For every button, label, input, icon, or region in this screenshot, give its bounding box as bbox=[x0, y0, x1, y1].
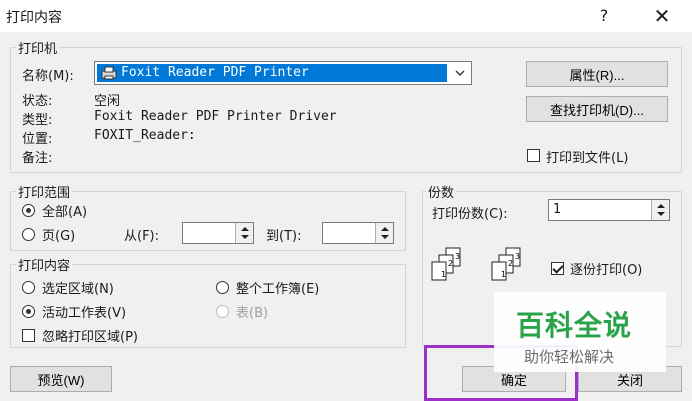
ignore-print-area-checkbox[interactable] bbox=[22, 329, 35, 342]
status-value: 空闲 bbox=[94, 94, 121, 109]
range-pages-label[interactable]: 页(G) bbox=[42, 225, 75, 244]
comment-label: 备注: bbox=[22, 151, 53, 166]
selection-label[interactable]: 选定区域(N) bbox=[42, 278, 114, 297]
printer-select-value: Foxit Reader PDF Printer bbox=[97, 64, 447, 82]
spinner-up-down-icon[interactable] bbox=[376, 223, 394, 243]
status-label: 状态: bbox=[22, 94, 53, 109]
printer-name-label: 名称(M): bbox=[22, 69, 74, 84]
range-all-radio[interactable] bbox=[22, 204, 35, 217]
chevron-down-icon[interactable] bbox=[453, 65, 467, 81]
collate-pages-icon: 3 2 1 bbox=[491, 247, 521, 281]
active-sheet-radio[interactable] bbox=[22, 305, 35, 318]
range-pages-radio[interactable] bbox=[22, 228, 35, 241]
whole-workbook-label[interactable]: 整个工作簿(E) bbox=[236, 278, 319, 297]
whole-workbook-radio[interactable] bbox=[216, 281, 229, 294]
collate-page-label: 2 bbox=[508, 259, 513, 268]
spinner-arrows[interactable] bbox=[651, 200, 669, 220]
collate-page-label: 3 bbox=[455, 252, 460, 261]
range-all-label[interactable]: 全部(A) bbox=[42, 201, 87, 220]
find-printer-button[interactable]: 查找打印机(D)... bbox=[526, 96, 668, 122]
watermark-brand: 百科全说 bbox=[516, 309, 633, 342]
close-window-button[interactable]: ✕ bbox=[648, 4, 676, 28]
title-bar: 打印内容 ? ✕ bbox=[0, 0, 692, 32]
print-content-legend: 打印内容 bbox=[16, 255, 73, 274]
collate-pages-icon: 3 2 1 bbox=[431, 247, 461, 281]
help-button[interactable]: ? bbox=[592, 4, 616, 28]
copies-legend: 份数 bbox=[426, 182, 457, 201]
collate-page-label: 2 bbox=[448, 259, 453, 268]
copies-value[interactable]: 1 bbox=[553, 202, 561, 217]
window-title: 打印内容 bbox=[6, 10, 62, 26]
collate-label[interactable]: 逐份打印(O) bbox=[570, 259, 642, 278]
preview-button[interactable]: 预览(W) bbox=[10, 366, 112, 392]
print-to-file-checkbox[interactable] bbox=[527, 149, 540, 162]
properties-button[interactable]: 属性(R)... bbox=[526, 61, 668, 87]
print-range-legend: 打印范围 bbox=[16, 182, 73, 201]
type-value: Foxit Reader PDF Printer Driver bbox=[94, 109, 337, 124]
to-page-spinner[interactable] bbox=[322, 222, 394, 244]
selection-radio[interactable] bbox=[22, 281, 35, 294]
table-label: 表(B) bbox=[236, 306, 269, 321]
location-value: FOXIT_Reader: bbox=[94, 128, 196, 143]
spinner-arrows[interactable] bbox=[235, 223, 253, 243]
copies-spinner[interactable]: 1 bbox=[548, 199, 670, 221]
table-radio bbox=[216, 305, 229, 318]
spinner-up-down-icon[interactable] bbox=[236, 223, 254, 243]
collate-page-label: 1 bbox=[441, 270, 446, 279]
location-label: 位置: bbox=[22, 132, 53, 147]
collate-page-label: 1 bbox=[501, 270, 506, 279]
print-to-file-label[interactable]: 打印到文件(L) bbox=[546, 147, 628, 166]
collate-page-label: 3 bbox=[515, 252, 520, 261]
spinner-up-down-icon[interactable] bbox=[652, 200, 670, 220]
type-label: 类型: bbox=[22, 113, 53, 128]
spinner-arrows[interactable] bbox=[375, 223, 393, 243]
from-label: 从(F): bbox=[124, 229, 160, 244]
copies-count-label: 打印份数(C): bbox=[432, 207, 508, 222]
printer-icon bbox=[101, 66, 117, 80]
from-page-spinner[interactable] bbox=[182, 222, 254, 244]
to-label: 到(T): bbox=[266, 229, 302, 244]
ignore-print-area-label[interactable]: 忽略打印区域(P) bbox=[42, 326, 138, 345]
watermark-slogan: 助你轻松解决 bbox=[524, 348, 615, 366]
collate-checkbox[interactable] bbox=[551, 262, 564, 275]
printer-select[interactable]: Foxit Reader PDF Printer bbox=[94, 61, 472, 85]
watermark-logo: 百科全说 助你轻松解决 bbox=[494, 292, 666, 372]
printer-name: Foxit Reader PDF Printer bbox=[121, 65, 309, 80]
printer-group-legend: 打印机 bbox=[16, 38, 60, 57]
active-sheet-label[interactable]: 活动工作表(V) bbox=[42, 302, 126, 321]
